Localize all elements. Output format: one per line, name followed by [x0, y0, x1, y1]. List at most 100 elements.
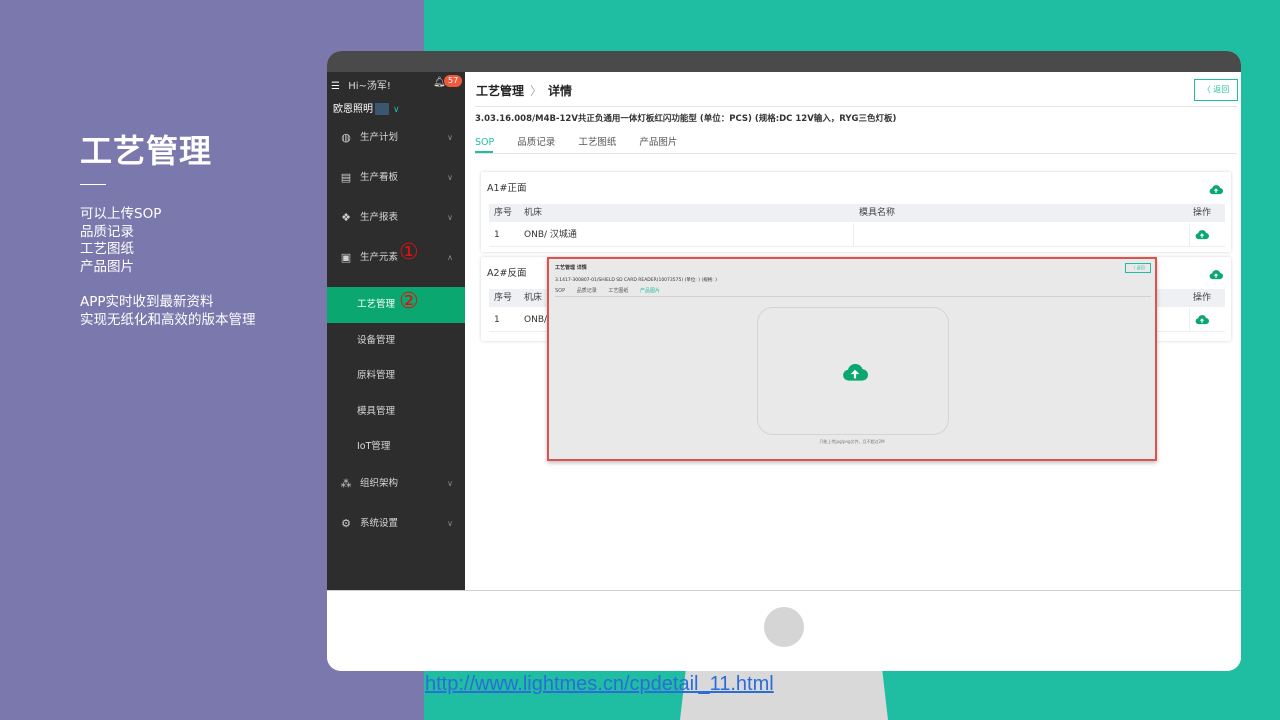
slide-title: 工艺管理 — [80, 132, 213, 170]
chevron-down-icon: ∨ — [447, 173, 453, 182]
sidebar-subitem-label: 工艺管理 — [357, 299, 396, 310]
org-name: 欧恩照明 — [333, 104, 373, 115]
back-button[interactable]: 〈 返回 — [1125, 263, 1151, 273]
sop-card: A1#正面 序号 机床 模具名称 操作 1 ONB/ 汉城通 — [481, 172, 1231, 252]
sidebar-subitem-mold[interactable]: 模具管理 — [327, 394, 465, 430]
sidebar-subitem-label: 模具管理 — [357, 406, 396, 417]
sidebar: ☰ Hi~汤军! 🔔︎ 57 欧恩照明 ∨ ◍ 生产计划 ∨ ▤ 生产看板 ∨ ❖… — [327, 72, 465, 590]
chevron-right-icon: 〉 — [530, 84, 543, 98]
sidebar-subitem-label: 设备管理 — [357, 335, 396, 346]
tab-sop[interactable]: SOP — [555, 288, 565, 294]
column-header: 机床 — [524, 293, 543, 303]
org-selector[interactable]: 欧恩照明 ∨ — [333, 100, 400, 115]
sidebar-item-production-plan[interactable]: ◍ 生产计划 ∨ — [327, 126, 465, 150]
tab-process-drawings[interactable]: 工艺图纸 — [578, 137, 616, 148]
breadcrumb: 工艺管理 详情 — [555, 265, 587, 271]
column-header: 机床 — [524, 208, 543, 218]
website-link[interactable]: http://www.lightmes.cn/cpdetail_11.html — [425, 673, 774, 696]
breadcrumb: 工艺管理〉详情 — [476, 82, 572, 99]
sidebar-item-label: 组织架构 — [360, 478, 399, 489]
notification-badge: 57 — [444, 75, 463, 87]
feature-line: 产品图片 — [80, 258, 134, 275]
cloud-upload-icon[interactable] — [1195, 313, 1209, 327]
breadcrumb-current: 详情 — [548, 84, 573, 98]
back-button[interactable]: 〈 返回 — [1194, 79, 1238, 101]
card-title: A2#反面 — [487, 268, 527, 279]
tab-bar: SOP 品质记录 工艺图纸 产品图片 — [475, 134, 697, 148]
feature-line: 品质记录 — [80, 223, 134, 240]
sidebar-header: ☰ Hi~汤军! — [331, 77, 391, 92]
image-upload-area[interactable] — [757, 307, 949, 435]
divider — [475, 106, 1237, 107]
tab-product-images[interactable]: 产品图片 — [640, 288, 660, 294]
feature-line: 实现无纸化和高效的版本管理 — [80, 311, 256, 328]
title-divider — [80, 184, 106, 185]
sidebar-subitem-process[interactable]: 工艺管理 — [327, 287, 465, 323]
collapse-menu-icon[interactable]: ☰ — [331, 81, 345, 92]
tab-process-drawings[interactable]: 工艺图纸 — [608, 288, 628, 294]
board-icon: ▤ — [340, 171, 352, 184]
chevron-down-icon: ∨ — [447, 213, 453, 222]
chevron-down-icon: ∨ — [447, 519, 453, 528]
sidebar-item-organization[interactable]: ⁂ 组织架构 ∨ — [327, 472, 465, 496]
product-image-preview-overlay: 工艺管理 详情 〈 返回 3.1417-300807-01/SHIELD SD … — [547, 257, 1157, 461]
sidebar-item-settings[interactable]: ⚙ 系统设置 ∨ — [327, 512, 465, 536]
row-number: 1 — [494, 315, 500, 325]
sidebar-item-production-report[interactable]: ❖ 生产报表 ∨ — [327, 206, 465, 230]
divider — [475, 153, 1237, 154]
sidebar-item-production-board[interactable]: ▤ 生产看板 ∨ — [327, 166, 465, 190]
greeting-text: Hi~汤军! — [348, 81, 391, 92]
annotation-marker-2: ② — [399, 289, 419, 314]
monitor-power-button — [764, 607, 804, 647]
machine-cell: ONB/ — [524, 315, 548, 325]
sidebar-item-label: 生产元素 — [360, 252, 399, 263]
feature-list: 可以上传SOP 品质记录 工艺图纸 产品图片 APP实时收到最新资料 实现无纸化… — [80, 206, 256, 329]
column-header: 操作 — [1192, 293, 1211, 303]
monitor-bezel-top — [327, 51, 1241, 72]
cloud-upload-icon[interactable] — [1195, 228, 1209, 242]
tab-quality-records[interactable]: 品质记录 — [577, 288, 597, 294]
sidebar-subitem-material[interactable]: 原料管理 — [327, 358, 465, 394]
product-title: 3.1417-300807-01/SHIELD SD CARD READER(1… — [555, 278, 717, 283]
sidebar-item-label: 生产计划 — [360, 132, 399, 143]
breadcrumb-item[interactable]: 工艺管理 — [476, 84, 524, 98]
cloud-upload-icon[interactable] — [1209, 183, 1223, 197]
diamond-icon: ❖ — [341, 211, 351, 224]
table-row: 1 ONB/ 汉城通 — [489, 223, 1225, 247]
org-logo — [375, 103, 389, 115]
chevron-down-icon: ∨ — [393, 105, 400, 115]
machine-cell: ONB/ 汉城通 — [524, 230, 577, 240]
sidebar-subitem-label: 原料管理 — [357, 370, 396, 381]
column-header: 序号 — [494, 208, 513, 218]
org-icon: ⁂ — [340, 477, 352, 490]
cloud-upload-icon[interactable] — [1209, 268, 1223, 282]
sidebar-subitem-equipment[interactable]: 设备管理 — [327, 323, 465, 359]
cloud-upload-icon — [843, 363, 869, 381]
tab-quality-records[interactable]: 品质记录 — [517, 137, 555, 148]
column-header: 操作 — [1192, 208, 1211, 218]
printer-icon: ▣ — [340, 251, 352, 264]
gear-icon: ⚙ — [341, 517, 351, 530]
cell-divider — [1189, 308, 1190, 332]
tab-product-images[interactable]: 产品图片 — [639, 137, 677, 148]
sidebar-subitem-iot[interactable]: IoT管理 — [327, 429, 465, 465]
feature-line: APP实时收到最新资料 — [80, 294, 214, 310]
sidebar-item-label: 系统设置 — [360, 518, 399, 529]
card-title: A1#正面 — [487, 183, 527, 194]
sidebar-item-label: 生产报表 — [360, 212, 399, 223]
upload-hint: 只能上传jpg/png文件，且不超过2M — [819, 439, 885, 444]
cell-divider — [853, 223, 854, 247]
divider — [555, 296, 1151, 297]
column-header: 模具名称 — [859, 208, 896, 218]
feature-line: 工艺图纸 — [80, 241, 134, 257]
app-screen: ☰ Hi~汤军! 🔔︎ 57 欧恩照明 ∨ ◍ 生产计划 ∨ ▤ 生产看板 ∨ ❖… — [327, 72, 1241, 590]
sidebar-item-production-elements[interactable]: ▣ 生产元素 ∧ — [327, 246, 465, 270]
circle-icon: ◍ — [341, 131, 351, 144]
tab-sop[interactable]: SOP — [475, 137, 494, 148]
chevron-down-icon: ∨ — [447, 479, 453, 488]
cell-divider — [1189, 223, 1190, 247]
column-header: 序号 — [494, 293, 513, 303]
tab-bar: SOP 品质记录 工艺图纸 产品图片 — [555, 287, 670, 294]
sidebar-subitem-label: IoT管理 — [357, 441, 391, 452]
feature-line: 可以上传SOP — [80, 206, 162, 222]
